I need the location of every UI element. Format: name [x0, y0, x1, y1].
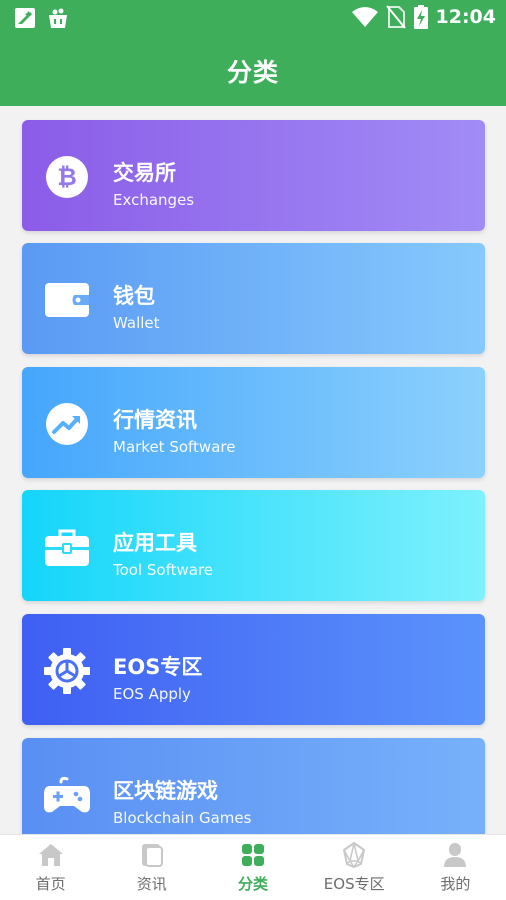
category-subtitle: EOS Apply [113, 685, 191, 703]
battery-charging-icon [413, 5, 428, 29]
category-title: EOS专区 [113, 655, 203, 679]
no-sim-icon [385, 5, 406, 29]
eos-diamond-icon [343, 842, 366, 868]
category-card-wallet[interactable]: 钱包 Wallet [22, 243, 485, 354]
category-subtitle: Wallet [113, 314, 160, 332]
category-card-tool-software[interactable]: 应用工具 Tool Software [22, 490, 485, 601]
category-subtitle: Tool Software [113, 561, 214, 579]
category-card-market-software[interactable]: 行情资讯 Market Software [22, 367, 485, 478]
category-title: 钱包 [113, 284, 155, 308]
tab-label: 资讯 [136, 875, 167, 893]
profile-icon [444, 843, 467, 867]
category-title: 行情资讯 [113, 408, 197, 432]
news-icon [141, 844, 163, 867]
eos-gear-icon [44, 648, 90, 694]
app-bar: 分类 [0, 36, 506, 106]
category-title: 交易所 [113, 161, 176, 185]
category-grid-icon [242, 844, 264, 866]
svg-text:₿: ₿ [57, 163, 77, 191]
tab-profile[interactable]: 我的 [405, 835, 506, 900]
clock: 12:04 [435, 6, 496, 28]
toolbox-icon [45, 529, 89, 566]
tab-label: 分类 [238, 875, 269, 893]
category-list[interactable]: ₿ 交易所 Exchanges 钱包 Wallet 行情资讯 Market So… [0, 106, 506, 834]
bitcoin-icon: ₿ [46, 156, 88, 198]
category-subtitle: Blockchain Games [113, 809, 252, 827]
tab-label: 首页 [35, 875, 66, 893]
tab-category[interactable]: 分类 [202, 835, 303, 900]
wallet-icon [45, 283, 89, 317]
status-bar: 12:04 [0, 0, 506, 36]
page-title: 分类 [226, 58, 279, 87]
tab-news[interactable]: 资讯 [101, 835, 202, 900]
tab-label: 我的 [440, 875, 471, 893]
gamepad-icon [44, 776, 90, 813]
category-title: 区块链游戏 [113, 779, 218, 803]
category-card-exchanges[interactable]: ₿ 交易所 Exchanges [22, 120, 485, 231]
wifi-icon [351, 7, 378, 27]
tab-home[interactable]: 首页 [0, 835, 101, 900]
category-subtitle: Exchanges [113, 191, 195, 209]
tab-label: EOS专区 [323, 875, 385, 893]
shopping-bag-icon [49, 8, 67, 28]
app-notification-icon [15, 8, 35, 28]
tab-eos-zone[interactable]: EOS专区 [304, 835, 405, 900]
category-card-blockchain-games[interactable]: 区块链游戏 Blockchain Games [22, 738, 485, 834]
category-card-eos-apply[interactable]: EOS专区 EOS Apply [22, 614, 485, 725]
bottom-tab-bar: 首页 资讯 分类 EOS专区 我的 [0, 834, 506, 900]
category-title: 应用工具 [113, 531, 197, 555]
trend-chart-icon [46, 403, 88, 445]
category-subtitle: Market Software [113, 438, 236, 456]
home-icon [38, 844, 63, 866]
